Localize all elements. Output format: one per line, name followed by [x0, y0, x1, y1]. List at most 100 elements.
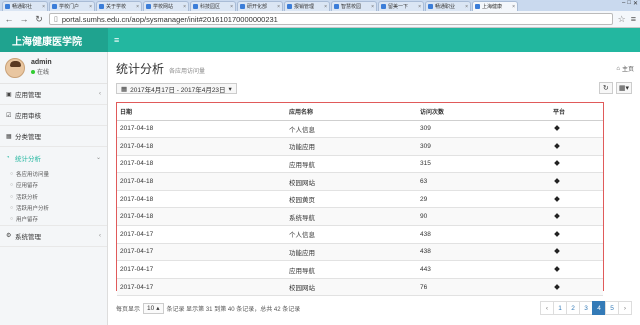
browser-menu-icon[interactable]: ≡ — [631, 14, 636, 24]
table-row[interactable]: 2017-04-17 个人信息 438 — [117, 225, 603, 244]
cell-visit-count: 309 — [417, 120, 550, 139]
tab-label: 智慧校园 — [341, 4, 362, 10]
app-logo[interactable]: 上海健康医学院 — [0, 28, 108, 52]
pagination: ‹ 1 2 3 4 5 › — [540, 301, 632, 315]
back-icon[interactable]: ← — [4, 14, 14, 24]
maximize-icon[interactable]: □ — [627, 0, 631, 7]
online-dot-icon — [31, 69, 35, 74]
subitem-label: 用户留存 — [16, 217, 39, 224]
chevron-left-icon: ‹ — [99, 232, 101, 239]
close-tab-icon[interactable]: × — [512, 4, 515, 10]
prev-page-button[interactable]: ‹ — [540, 301, 554, 315]
columns-button[interactable]: ▦ ▾ — [615, 82, 632, 94]
column-header-platform[interactable]: 平台 — [550, 103, 603, 121]
tab-label: 畅通职业 — [435, 4, 456, 10]
close-tab-icon[interactable]: × — [277, 4, 280, 10]
minimize-icon[interactable]: – — [622, 0, 625, 7]
sidebar-subitem-app-retention[interactable]: ○ 应用留存 — [0, 180, 107, 192]
sidebar-item-label: 系统管理 — [15, 233, 41, 241]
sidebar-subitem-app-visits[interactable]: ○ 各应用访问量 — [0, 168, 107, 180]
browser-tab[interactable]: 畅通职业 × — [425, 1, 471, 11]
table-row[interactable]: 2017-04-18 应用导航 315 — [117, 155, 603, 174]
page-button[interactable]: 3 — [579, 301, 593, 315]
column-header-app-name[interactable]: 应用名称 — [286, 103, 417, 121]
date-range-picker[interactable]: ▦ 2017年4月17日 - 2017年4月23日 ▾ — [116, 83, 237, 94]
refresh-button[interactable]: ↻ — [598, 82, 613, 94]
window-controls: – □ ✕ — [622, 0, 638, 7]
url-text: portal.sumhs.edu.cn/aop/sysmanager/init#… — [61, 14, 278, 24]
browser-tab[interactable]: 留美一下 × — [378, 1, 424, 11]
browser-tab[interactable]: 关于学校 × — [96, 1, 142, 11]
table-row[interactable]: 2017-04-18 个人信息 309 — [117, 120, 603, 139]
columns-icon: ▦ — [618, 85, 626, 92]
reload-icon[interactable]: ↻ — [34, 14, 44, 25]
page-button[interactable]: 5 — [605, 301, 619, 315]
forward-icon[interactable]: → — [19, 14, 29, 24]
user-status: 在线 — [37, 70, 50, 76]
close-tab-icon[interactable]: × — [136, 4, 139, 10]
close-tab-icon[interactable]: × — [230, 4, 233, 10]
sidebar-item-category-management[interactable]: ▦ 分类管理 — [0, 126, 107, 147]
browser-tab[interactable]: 学校网站 × — [143, 1, 189, 11]
cell-visit-count: 438 — [417, 243, 550, 262]
favicon-icon — [240, 4, 245, 9]
sidebar-subitem-user-retention[interactable]: ○ 用户留存 — [0, 214, 107, 226]
per-page-label: 每页显示 — [116, 306, 141, 313]
table-row[interactable]: 2017-04-18 校园黄页 29 — [117, 190, 603, 209]
table-footer: 每页显示 10 ▴ 条记录 显示第 31 到第 40 条记录，总共 42 条记录… — [116, 301, 632, 315]
page-size-select[interactable]: 10 ▴ — [143, 302, 164, 314]
close-tab-icon[interactable]: × — [42, 4, 45, 10]
stats-table-container: 日期 应用名称 访问次数 平台 2017-04-18 个人信息 309 2017-04… — [116, 102, 604, 297]
page-button[interactable]: 2 — [566, 301, 580, 315]
table-row[interactable]: 2017-04-17 功能应用 438 — [117, 243, 603, 262]
caret-down-icon: ▾ — [625, 85, 629, 92]
close-icon[interactable]: ✕ — [633, 0, 638, 7]
breadcrumb[interactable]: ⌂ 主页 — [616, 64, 634, 74]
close-tab-icon[interactable]: × — [183, 4, 186, 10]
close-tab-icon[interactable]: × — [324, 4, 327, 10]
close-tab-icon[interactable]: × — [371, 4, 374, 10]
next-page-button[interactable]: › — [618, 301, 632, 315]
close-tab-icon[interactable]: × — [89, 4, 92, 10]
browser-tab[interactable]: 科技园区 × — [190, 1, 236, 11]
browser-tab[interactable]: 报销管理 × — [284, 1, 330, 11]
column-header-date[interactable]: 日期 — [117, 103, 286, 121]
sidebar-subitem-active-users[interactable]: ○ 活跃用户分析 — [0, 203, 107, 215]
browser-tab[interactable]: 研开化部 × — [237, 1, 283, 11]
favicon-icon — [334, 4, 339, 9]
records-info: 条记录 显示第 31 到第 40 条记录，总共 42 条记录 — [166, 306, 301, 313]
tab-label: 学校门户 — [59, 4, 80, 10]
refresh-icon: ↻ — [602, 85, 609, 92]
sidebar-item-app-review[interactable]: ☑ 应用审核 — [0, 105, 107, 126]
browser-tab[interactable]: 畅通职社 × — [2, 1, 48, 11]
page-button[interactable]: 1 — [553, 301, 567, 315]
sidebar-item-system-management[interactable]: ⚙ 系统管理 ‹ — [0, 226, 107, 247]
bookmark-star-icon[interactable]: ☆ — [618, 14, 626, 25]
sidebar-subitem-activity[interactable]: ○ 活跃分析 — [0, 191, 107, 203]
close-tab-icon[interactable]: × — [465, 4, 468, 10]
sidebar-item-app-management[interactable]: ▣ 应用管理 ‹ — [0, 84, 107, 105]
menu-toggle-icon[interactable]: ≡ — [114, 35, 119, 45]
column-header-visit-count[interactable]: 访问次数 — [417, 103, 550, 121]
browser-tab[interactable]: 上海健康 × — [472, 1, 518, 11]
close-tab-icon[interactable]: × — [418, 4, 421, 10]
browser-tab[interactable]: 智慧校园 × — [331, 1, 377, 11]
table-row[interactable]: 2017-04-18 功能应用 309 — [117, 137, 603, 156]
tab-label: 上海健康 — [482, 4, 503, 10]
table-row[interactable]: 2017-04-17 应用导航 443 — [117, 260, 603, 279]
cell-date: 2017-04-18 — [117, 137, 286, 156]
table-row[interactable]: 2017-04-18 校园网站 63 — [117, 172, 603, 191]
url-field[interactable]: ▯ portal.sumhs.edu.cn/aop/sysmanager/ini… — [49, 13, 613, 25]
home-icon: ⌂ — [616, 65, 620, 72]
tab-label: 学校网站 — [153, 4, 174, 10]
cell-visit-count: 438 — [417, 225, 550, 244]
cell-platform — [550, 155, 603, 174]
cell-visit-count: 90 — [417, 207, 550, 227]
table-row[interactable]: 2017-04-17 校园网站 76 — [117, 278, 603, 297]
browser-tab[interactable]: 学校门户 × — [49, 1, 95, 11]
page-button[interactable]: 4 — [592, 301, 606, 315]
cell-platform — [550, 120, 603, 139]
sidebar-item-statistics[interactable]: ◔ 统计分析 ⌄ — [0, 147, 107, 168]
table-row[interactable]: 2017-04-18 系统导航 90 — [117, 207, 603, 227]
cell-app-name: 应用导航 — [286, 260, 417, 279]
